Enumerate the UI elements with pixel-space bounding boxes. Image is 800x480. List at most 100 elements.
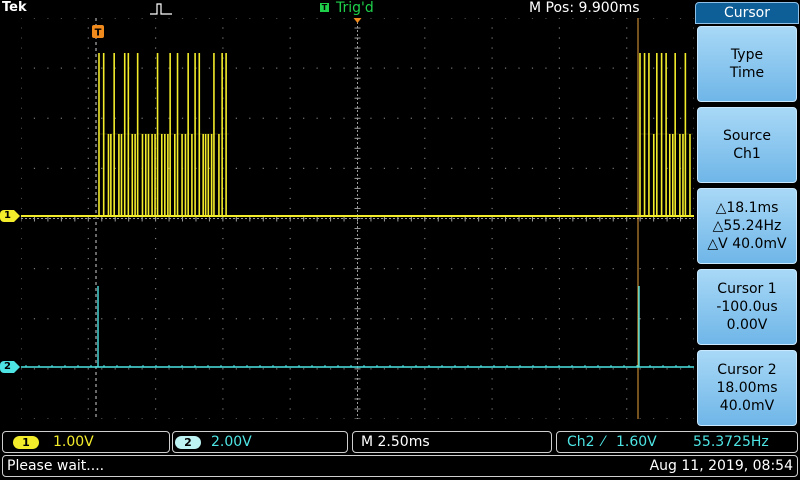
ch1-scale-box[interactable]: 1 1.00V [2, 431, 170, 453]
grid-dot [87, 318, 89, 320]
center-axis-dash [29, 218, 31, 219]
grid-dot [491, 328, 493, 330]
center-axis-dash [357, 314, 358, 316]
grid-dot [370, 318, 372, 320]
grid-dot [558, 197, 560, 200]
grid-dot [612, 67, 614, 69]
grid-dot [626, 278, 628, 280]
grid-dot [531, 67, 534, 69]
grid-dot [491, 57, 493, 59]
center-axis-dash [357, 374, 358, 376]
grid-dot [410, 18, 412, 19]
grid-dot [558, 398, 560, 400]
grid-dot [491, 97, 493, 99]
grid-dot [289, 127, 291, 129]
center-axis-dash [357, 254, 358, 256]
ch1-ground-marker[interactable]: 1 [0, 210, 20, 222]
grid-dot [222, 258, 224, 260]
grid-dot [289, 258, 291, 260]
grid-dot [545, 368, 547, 370]
grid-dot [155, 278, 157, 280]
grid-dot [424, 288, 426, 290]
grid-dot [289, 27, 291, 29]
grid-dot [653, 318, 655, 320]
menu-title: Cursor [695, 2, 799, 24]
cursor-source-button[interactable]: Source Ch1 [697, 107, 797, 183]
waveform-display[interactable]: T [21, 18, 694, 419]
grid-dot [329, 117, 332, 119]
grid-dot [572, 268, 574, 270]
center-axis-dash [597, 218, 599, 219]
center-axis-dash [357, 70, 358, 72]
grid-dot [370, 167, 372, 169]
grid-dot [87, 147, 89, 149]
center-axis-dash [577, 218, 579, 219]
grid-dot [289, 308, 291, 310]
grid-dot [558, 338, 560, 340]
grid-dot [491, 18, 493, 19]
grid-dot [518, 368, 520, 370]
grid-dot [558, 418, 560, 419]
center-axis-dash [445, 218, 447, 219]
cursor-type-button[interactable]: Type Time [697, 26, 797, 102]
grid-dot [47, 117, 49, 119]
grid-dot [424, 368, 426, 370]
grid-dot [478, 67, 480, 69]
grid-dot [21, 237, 22, 240]
grid-dot [87, 408, 89, 410]
grid-dot [558, 207, 560, 210]
center-axis-dash [349, 218, 351, 219]
grid-dot [383, 268, 386, 270]
button-line: Source [722, 128, 772, 144]
grid-dot [21, 368, 22, 370]
grid-dot [87, 167, 89, 169]
center-axis-dash [177, 218, 179, 219]
grid-dot [249, 268, 251, 270]
grid-dot [558, 47, 560, 49]
cursor-1-button[interactable]: Cursor 1 -100.0us 0.00V [697, 269, 797, 345]
grid-dot [276, 318, 278, 320]
grid-dot [101, 167, 103, 169]
grid-dot [222, 27, 224, 29]
frequency-readout: 55.3725Hz [693, 434, 769, 450]
grid-dot [303, 418, 305, 419]
ch2-ground-marker[interactable]: 2 [0, 361, 20, 373]
grid-dot [87, 348, 89, 350]
grid-dot [451, 368, 453, 370]
grid-dot [558, 318, 560, 320]
grid-dot [33, 368, 36, 370]
grid-dot [626, 117, 628, 119]
center-axis-dash [357, 134, 358, 136]
center-axis-dash [509, 218, 511, 219]
grid-dot [599, 268, 601, 270]
cursor-2-button[interactable]: Cursor 2 18.00ms 40.0mV [697, 350, 797, 426]
grid-dot [21, 37, 22, 39]
grid-dot [626, 77, 628, 79]
grid-dot [626, 268, 628, 270]
center-axis-dash [225, 218, 227, 219]
ch2-scale-box[interactable]: 2 2.00V [172, 431, 348, 453]
center-axis-dash [281, 218, 283, 219]
cursor-delta-readout[interactable]: △18.1ms △55.24Hz △V 40.0mV [697, 188, 797, 264]
center-axis-dash [685, 218, 687, 219]
grid-dot [558, 408, 560, 410]
grid-dot [626, 328, 628, 330]
button-line: 18.00ms [716, 380, 778, 396]
trigger-box[interactable]: Ch2 ⁄ 1.60V 55.3725Hz [556, 431, 798, 453]
timebase-box[interactable]: M 2.50ms [352, 431, 552, 453]
grid-dot [21, 358, 22, 360]
grid-dot [464, 167, 466, 169]
grid-dot [343, 117, 345, 119]
center-axis-dash [357, 242, 358, 244]
grid-dot [276, 167, 278, 169]
grid-dot [289, 237, 291, 240]
grid-dot [222, 288, 224, 290]
grid-dot [626, 87, 628, 89]
center-axis-dash [357, 166, 358, 168]
grid-dot [87, 237, 89, 240]
grid-dot [666, 268, 668, 270]
grid-dot [572, 418, 574, 419]
grid-dot [679, 67, 682, 69]
grid-dot [289, 97, 291, 99]
delta-voltage: △V 40.0mV [707, 236, 787, 252]
